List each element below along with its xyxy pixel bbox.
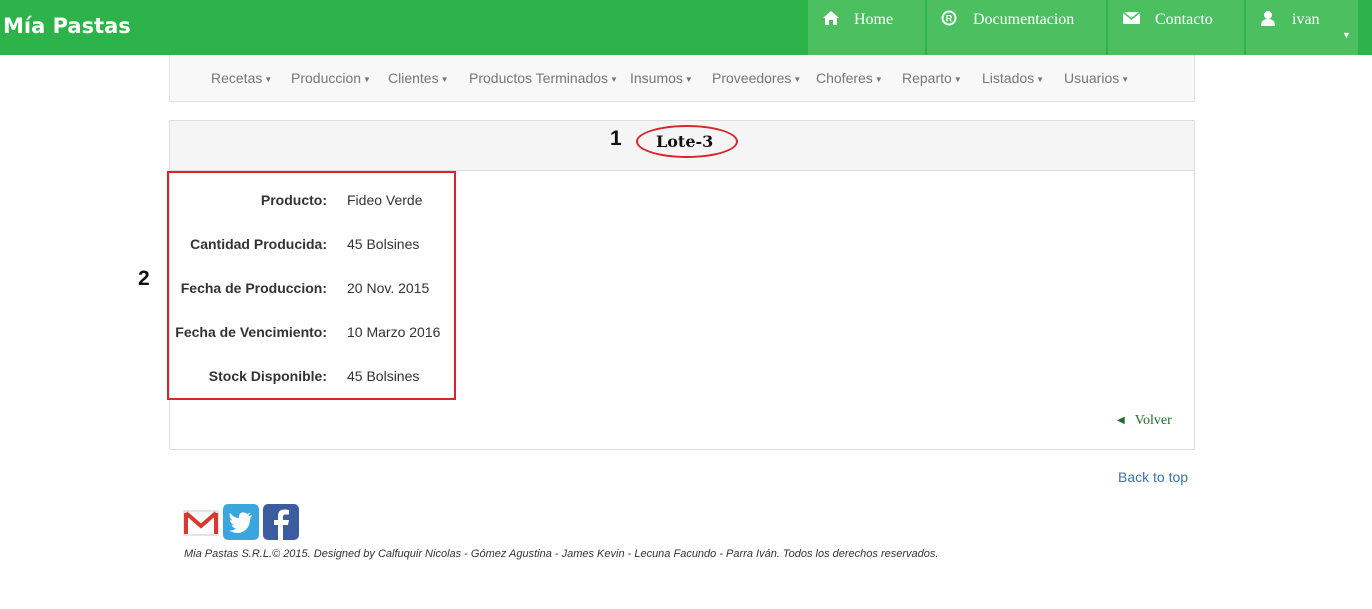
subnav-clientes[interactable]: Clientes ▼ <box>388 70 449 86</box>
subnav-choferes[interactable]: Choferes ▼ <box>816 70 883 86</box>
nav-user-menu[interactable]: ivan ▼ <box>1246 0 1358 55</box>
field-value-fecha-vencimiento: 10 Marzo 2016 <box>347 324 441 340</box>
caret-down-icon: ▼ <box>610 74 618 84</box>
annotation-number-2: 2 <box>138 267 150 290</box>
registered-icon: R <box>941 10 957 26</box>
envelope-icon <box>1123 12 1140 24</box>
caret-left-icon: ◀ <box>1117 415 1125 426</box>
nav-home-label: Home <box>854 11 894 28</box>
caret-down-icon: ▼ <box>363 74 371 84</box>
subnav-proveedores[interactable]: Proveedores ▼ <box>712 70 801 86</box>
twitter-icon[interactable] <box>223 504 259 540</box>
caret-down-icon: ▼ <box>440 74 449 84</box>
svg-text:R: R <box>946 14 953 24</box>
caret-down-icon: ▼ <box>874 74 883 84</box>
user-icon <box>1261 11 1275 26</box>
page-title: Lote-3 <box>656 132 714 151</box>
subnav-usuarios[interactable]: Usuarios ▼ <box>1064 70 1129 86</box>
caret-down-icon: ▼ <box>793 74 802 84</box>
nav-docs-label: Documentacion <box>973 11 1075 28</box>
facebook-icon[interactable] <box>263 504 299 540</box>
field-value-producto: Fideo Verde <box>347 192 423 208</box>
subnav-reparto[interactable]: Reparto ▼ <box>902 70 962 86</box>
caret-down-icon: ▼ <box>1036 74 1045 84</box>
caret-down-icon: ▼ <box>264 74 273 84</box>
nav-contact-label: Contacto <box>1155 11 1213 28</box>
field-label-producto: Producto: <box>260 192 327 208</box>
caret-down-icon: ▼ <box>953 74 962 84</box>
field-value-fecha-produccion: 20 Nov. 2015 <box>347 280 430 296</box>
field-label-stock: Stock Disponible: <box>208 368 327 384</box>
subnav-productos-terminados[interactable]: Productos Terminados ▼ <box>469 70 618 86</box>
brand-logo[interactable]: Mía Pastas <box>3 14 131 38</box>
field-value-stock: 45 Bolsines <box>347 368 420 384</box>
nav-documentacion[interactable]: R Documentacion <box>927 0 1106 55</box>
subnav-listados[interactable]: Listados ▼ <box>982 70 1044 86</box>
caret-down-icon: ▼ <box>684 74 693 84</box>
nav-contacto[interactable]: Contacto <box>1108 0 1244 55</box>
top-navbar: Mía Pastas Home R Documentacion Contacto… <box>0 0 1372 55</box>
home-icon <box>823 11 839 25</box>
subnav-recetas[interactable]: Recetas ▼ <box>211 70 272 86</box>
footer-copyright: Mia Pastas S.R.L.© 2015. Designed by Cal… <box>184 548 939 560</box>
gmail-icon[interactable] <box>183 504 219 540</box>
panel-heading: Lote-3 <box>170 121 1194 171</box>
chevron-down-icon: ▼ <box>1342 30 1351 40</box>
field-label-fecha-vencimiento: Fecha de Vencimiento: <box>175 324 327 340</box>
subnav-produccion[interactable]: Produccion ▼ <box>291 70 371 86</box>
nav-user-label: ivan <box>1292 11 1320 28</box>
caret-down-icon: ▼ <box>1121 74 1130 84</box>
sub-navbar: Recetas ▼ Produccion ▼ Clientes ▼ Productos… <box>169 55 1195 102</box>
volver-label: Volver <box>1134 413 1172 428</box>
volver-link[interactable]: ◀ Volver <box>1117 413 1172 429</box>
nav-home[interactable]: Home <box>808 0 925 55</box>
annotation-number-1: 1 <box>610 127 622 150</box>
back-to-top-link[interactable]: Back to top <box>1118 469 1188 485</box>
field-value-cantidad: 45 Bolsines <box>347 236 420 252</box>
subnav-insumos[interactable]: Insumos ▼ <box>630 70 693 86</box>
field-label-fecha-produccion: Fecha de Produccion: <box>180 280 327 296</box>
field-label-cantidad: Cantidad Producida: <box>190 236 327 252</box>
